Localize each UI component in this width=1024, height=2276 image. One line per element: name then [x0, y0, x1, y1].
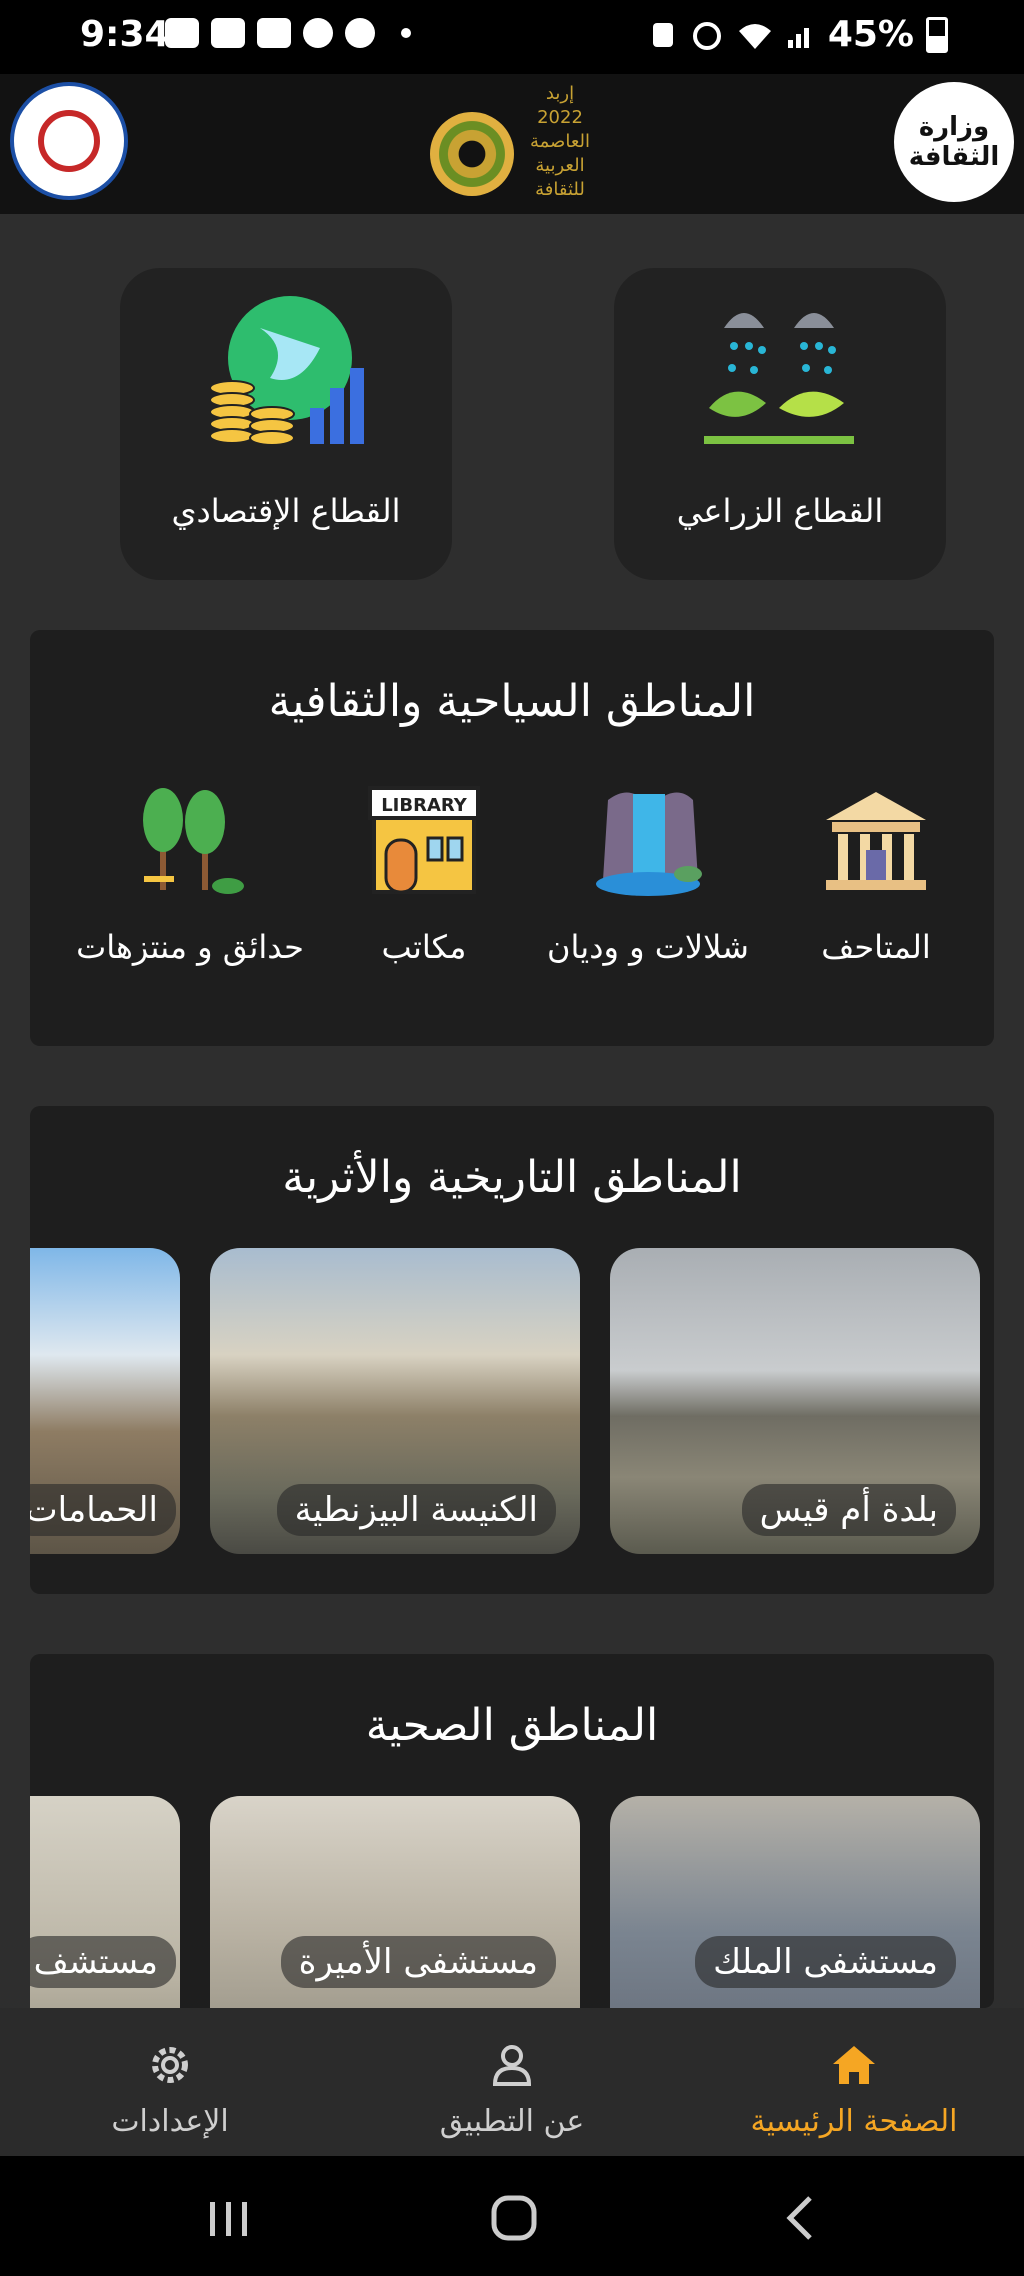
historic-card-byzantine-church[interactable]: الكنيسة البيزنطية — [210, 1248, 580, 1554]
notification-icons — [165, 18, 411, 48]
person-icon — [487, 2040, 537, 2090]
economy-sector-card[interactable]: القطاع الإقتصادي — [120, 268, 452, 580]
app-header: إربد 2022 العاصمة العربية للثقافة وزارة … — [0, 74, 1024, 214]
section-title: المناطق التاريخية والأثرية — [282, 1152, 742, 1203]
nfc-icon — [652, 22, 673, 47]
nav-label: الصفحة الرئيسية — [750, 2104, 958, 2139]
nav-home[interactable]: الصفحة الرئيسية — [704, 2026, 1004, 2146]
place-label: مستشفى الأميرة — [280, 1936, 556, 1988]
ministry-of-culture-logo: وزارة الثقافة — [894, 82, 1014, 202]
agriculture-icon — [704, 313, 854, 444]
nav-label: الإعدادات — [111, 2104, 229, 2139]
museum-icon — [826, 792, 926, 890]
place-label: مستشف — [30, 1936, 176, 1988]
historic-card-umm-qais[interactable]: بلدة أم قيس — [610, 1248, 980, 1554]
battery-icon — [926, 16, 948, 53]
nav-about[interactable]: عن التطبيق — [362, 2026, 662, 2146]
health-section: المناطق الصحية مستشفى الملك مستشفى الأمي… — [30, 1654, 994, 2008]
alarm-icon — [692, 21, 721, 50]
signal-icon — [787, 27, 809, 48]
place-label: الكنيسة البيزنطية — [276, 1484, 556, 1536]
section-title: المناطق الصحية — [365, 1700, 659, 1751]
back-chevron-icon — [786, 2196, 812, 2240]
health-card-hospital[interactable]: مستشف — [30, 1796, 180, 2008]
flower-emblem-icon — [430, 112, 514, 196]
nav-label: عن التطبيق — [439, 2104, 585, 2139]
irbid-2022-logo: إربد 2022 العاصمة العربية للثقافة — [430, 82, 590, 206]
category-libraries[interactable]: LIBRARY مكاتب — [314, 780, 534, 966]
home-button[interactable] — [484, 2188, 544, 2248]
instagram-icon — [303, 18, 333, 48]
park-icon — [143, 788, 244, 894]
gear-icon — [145, 2040, 195, 2090]
battery-percent: 45% — [827, 14, 914, 55]
recent-apps-button[interactable] — [198, 2188, 258, 2248]
place-label: مستشفى الملك — [695, 1936, 956, 1988]
sector-label: القطاع الإقتصادي — [171, 492, 401, 530]
snapchat-icon — [345, 18, 375, 48]
library-icon: LIBRARY — [368, 786, 480, 894]
category-label: حدائق و منتزهات — [76, 928, 304, 966]
place-label: الحمامات — [30, 1484, 176, 1536]
historic-card-baths[interactable]: الحمامات — [30, 1248, 180, 1554]
wifi-icon — [738, 23, 771, 49]
place-label: بلدة أم قيس — [741, 1484, 956, 1536]
message-icon — [165, 18, 199, 48]
section-title: المناطق السياحية والثقافية — [268, 676, 756, 727]
health-card-king-hospital[interactable]: مستشفى الملك — [610, 1796, 980, 2008]
category-parks[interactable]: حدائق و منتزهات — [40, 780, 340, 966]
category-label: شلالات و وديان — [547, 928, 749, 966]
status-time: 9:34 — [80, 14, 170, 55]
home-circle-icon — [491, 2195, 537, 2241]
category-museums[interactable]: المتاحف — [766, 780, 986, 966]
health-card-princess-hospital[interactable]: مستشفى الأميرة — [210, 1796, 580, 2008]
health-carousel[interactable]: مستشفى الملك مستشفى الأميرة مستشف — [30, 1796, 994, 2008]
more-dot-icon — [401, 28, 411, 38]
category-label: المتاحف — [821, 928, 931, 966]
tourism-section: المناطق السياحية والثقافية المتاحف شلالا… — [30, 630, 994, 1046]
economy-icon — [209, 296, 364, 446]
bottom-navigation: الصفحة الرئيسية عن التطبيق الإعدادات — [0, 2008, 1024, 2156]
youtube-icon — [257, 18, 291, 48]
agriculture-sector-card[interactable]: القطاع الزراعي — [614, 268, 946, 580]
category-waterfalls[interactable]: شلالات و وديان — [538, 780, 758, 966]
recent-apps-icon — [210, 2202, 247, 2236]
sector-label: القطاع الزراعي — [676, 492, 884, 530]
waterfall-icon — [596, 792, 702, 896]
historic-carousel[interactable]: بلدة أم قيس الكنيسة البيزنطية الحمامات — [30, 1248, 994, 1554]
status-bar: 9:34 45% — [0, 0, 1024, 74]
category-label: مكاتب — [381, 928, 467, 966]
back-button[interactable] — [770, 2188, 830, 2248]
home-icon — [829, 2040, 879, 2090]
system-navigation-bar — [0, 2156, 1024, 2276]
university-logo — [10, 82, 128, 200]
historic-section: المناطق التاريخية والأثرية بلدة أم قيس ا… — [30, 1106, 994, 1594]
system-status: 45% — [648, 14, 948, 55]
nav-settings[interactable]: الإعدادات — [20, 2026, 320, 2146]
library-sign: LIBRARY — [381, 795, 468, 816]
youtube-icon — [211, 18, 245, 48]
